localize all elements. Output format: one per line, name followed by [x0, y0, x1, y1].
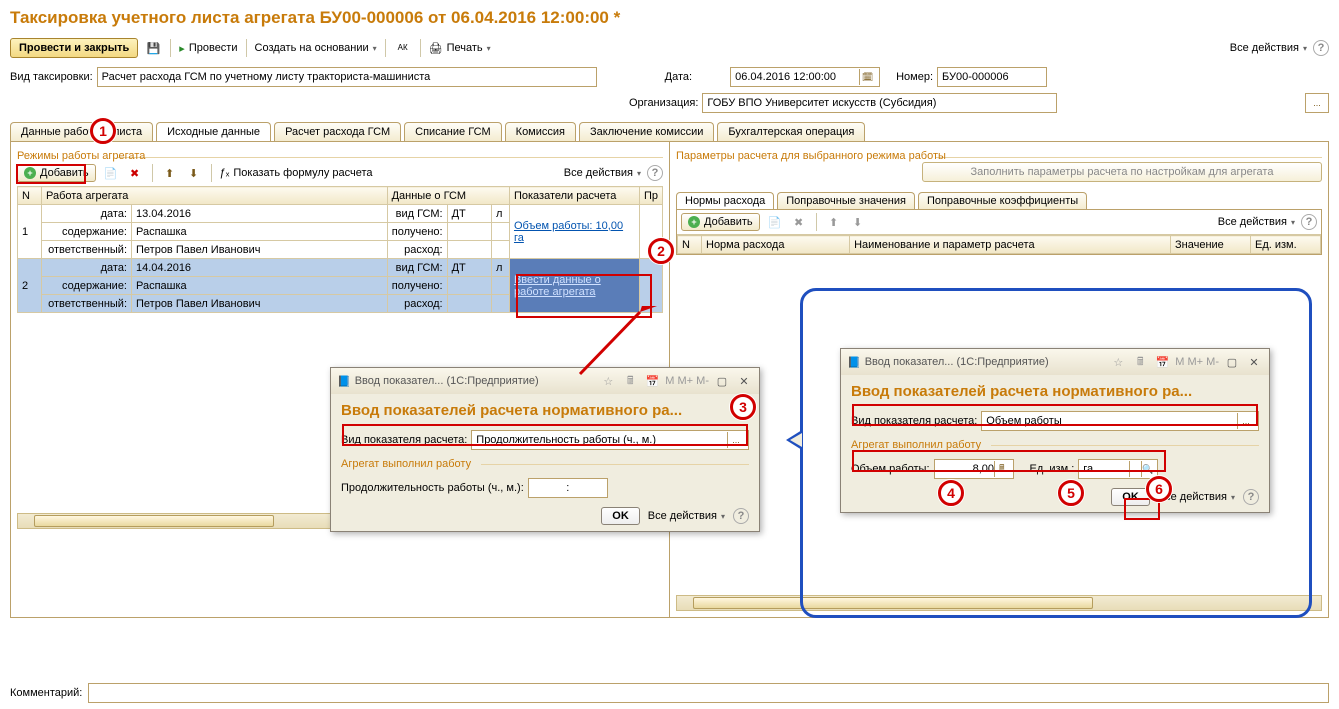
up-icon[interactable]: ⬆ — [161, 164, 179, 182]
tab-6[interactable]: Бухгалтерская операция — [717, 122, 865, 141]
calendar-icon[interactable]: 📅 — [643, 372, 661, 390]
date-label: Дата: — [665, 71, 692, 83]
page-title: Таксировка учетного листа агрегата БУ00-… — [0, 0, 1339, 36]
r1-calc-link[interactable]: Объем работы: 10,00 га — [514, 220, 623, 244]
number-input[interactable] — [937, 67, 1047, 87]
down-icon[interactable]: ⬇ — [185, 164, 203, 182]
mr-help-icon[interactable]: ? — [1243, 489, 1259, 505]
down-icon[interactable]: ⬇ — [849, 213, 867, 231]
right-all-actions[interactable]: Все действия▾ — [1218, 216, 1295, 228]
select-icon[interactable]: ... — [727, 432, 744, 448]
ml-prod-input[interactable] — [528, 478, 608, 498]
select-icon[interactable]: ... — [1129, 461, 1141, 477]
date-input[interactable]: 🗓 — [730, 67, 880, 87]
col-work[interactable]: Работа агрегата — [42, 187, 388, 205]
help-icon[interactable]: ? — [1313, 40, 1329, 56]
tab-0[interactable]: Данные рабочего листа — [10, 122, 153, 141]
dtct-icon[interactable]: АК — [394, 39, 412, 57]
save-icon[interactable]: 💾 — [144, 39, 162, 57]
subtab-1[interactable]: Поправочные значения — [777, 192, 915, 209]
mr-unit-input[interactable]: ...🔍 — [1078, 459, 1158, 479]
tab-2[interactable]: Расчет расхода ГСМ — [274, 122, 401, 141]
fav-icon[interactable]: ☆ — [1109, 353, 1127, 371]
plus-icon: + — [688, 216, 700, 228]
post-and-close-button[interactable]: Провести и закрыть — [10, 38, 138, 58]
tab-4[interactable]: Комиссия — [505, 122, 576, 141]
mr-ok-button[interactable]: OK — [1111, 488, 1150, 506]
command-bar: Провести и закрыть 💾 ▸Провести Создать н… — [0, 36, 1339, 64]
modal-right: 📘 Ввод показател... (1С:Предприятие) ☆ 🖩… — [840, 348, 1270, 513]
col-n[interactable]: N — [18, 187, 42, 205]
all-actions-button[interactable]: Все действия▾ — [1230, 42, 1307, 54]
main-tabs: Данные рабочего листа Исходные данные Ра… — [0, 122, 1339, 141]
col-pr[interactable]: Пр — [639, 187, 662, 205]
delete-icon[interactable]: ✖ — [790, 213, 808, 231]
calc-icon[interactable]: 🖩 — [621, 372, 639, 390]
open-icon[interactable]: 🔍 — [1141, 461, 1153, 477]
r2-calc-link[interactable]: Ввести данные о работе агрегата — [514, 274, 601, 298]
left-add-button[interactable]: +Добавить — [17, 164, 96, 182]
ml-vid-input[interactable]: ... — [471, 430, 749, 450]
right-hscroll[interactable] — [676, 595, 1322, 611]
create-based-on-button[interactable]: Создать на основании▾ — [255, 42, 377, 54]
subtab-2[interactable]: Поправочные коэффициенты — [918, 192, 1087, 209]
min-icon[interactable]: ▢ — [713, 372, 731, 390]
left-help-icon[interactable]: ? — [647, 165, 663, 181]
col-calc[interactable]: Показатели расчета — [509, 187, 639, 205]
tab-3[interactable]: Списание ГСМ — [404, 122, 502, 141]
calc-icon[interactable]: 🖩 — [1131, 353, 1149, 371]
close-icon[interactable]: ✕ — [1245, 353, 1263, 371]
post-button[interactable]: ▸Провести — [179, 42, 237, 55]
tab-5[interactable]: Заключение комиссии — [579, 122, 714, 141]
up-icon[interactable]: ⬆ — [825, 213, 843, 231]
fav-icon[interactable]: ☆ — [599, 372, 617, 390]
ml-ok-button[interactable]: OK — [601, 507, 640, 525]
org-label: Организация: — [629, 97, 698, 109]
plus-icon: + — [24, 167, 36, 179]
date-picker-icon[interactable]: 🗓 — [859, 69, 875, 85]
ml-help-icon[interactable]: ? — [733, 508, 749, 524]
right-help-icon[interactable]: ? — [1301, 214, 1317, 230]
comment-label: Комментарий: — [10, 687, 82, 699]
min-icon[interactable]: ▢ — [1223, 353, 1241, 371]
copy-icon[interactable]: 📄 — [102, 164, 120, 182]
delete-icon[interactable]: ✖ — [126, 164, 144, 182]
close-icon[interactable]: ✕ — [735, 372, 753, 390]
right-add-button[interactable]: +Добавить — [681, 213, 760, 231]
app-icon: 📘 — [337, 375, 351, 388]
show-formula-button[interactable]: ƒₓ Показать формулу расчета — [220, 167, 373, 179]
mr-vid-input[interactable]: ... — [981, 411, 1259, 431]
mr-vol-input[interactable]: 🖩 — [934, 459, 1014, 479]
comment-input[interactable] — [88, 683, 1329, 703]
calc-icon[interactable]: 🖩 — [994, 461, 1008, 477]
left-grid: N Работа агрегата Данные о ГСМ Показател… — [17, 186, 663, 313]
vid-label: Вид таксировки: — [10, 71, 93, 83]
modal-left: 📘 Ввод показател... (1С:Предприятие) ☆ 🖩… — [330, 367, 760, 532]
fill-params-button[interactable]: Заполнить параметры расчета по настройка… — [922, 162, 1322, 182]
org-input[interactable] — [702, 93, 1057, 113]
select-icon[interactable]: ... — [1237, 413, 1254, 429]
left-all-actions[interactable]: Все действия▾ — [564, 167, 641, 179]
ml-all-actions[interactable]: Все действия▾ — [648, 510, 725, 522]
tab-1[interactable]: Исходные данные — [156, 122, 271, 141]
org-select-icon[interactable]: ... — [1305, 93, 1329, 113]
print-button[interactable]: 🖨 Печать▾ — [429, 42, 491, 55]
copy-icon[interactable]: 📄 — [766, 213, 784, 231]
number-label: Номер: — [896, 71, 933, 83]
app-icon: 📘 — [847, 356, 861, 369]
vid-input[interactable] — [97, 67, 597, 87]
col-gsm[interactable]: Данные о ГСМ — [387, 187, 509, 205]
subtab-0[interactable]: Нормы расхода — [676, 192, 774, 209]
calendar-icon[interactable]: 📅 — [1153, 353, 1171, 371]
